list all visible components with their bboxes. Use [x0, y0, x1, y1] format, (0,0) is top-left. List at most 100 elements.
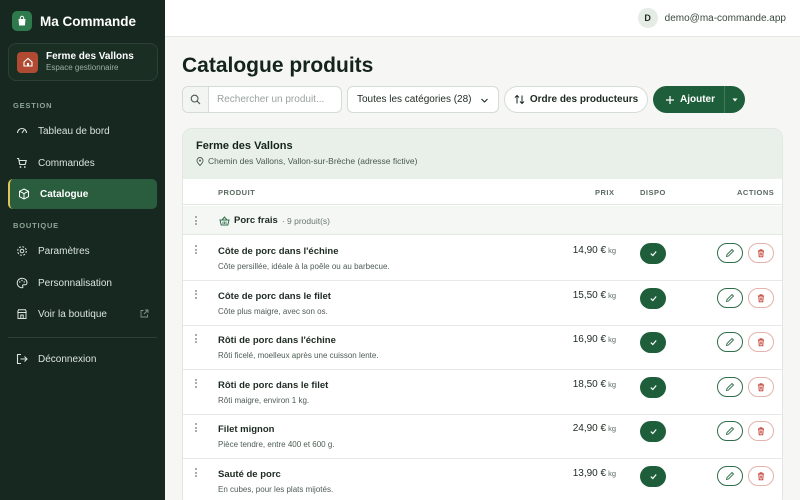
search-input[interactable] [209, 94, 339, 105]
product-price-unit: kg [608, 246, 616, 255]
sidebar-item-settings[interactable]: Paramètres [8, 236, 157, 266]
basket-icon [219, 215, 230, 225]
product-price-unit: kg [608, 290, 616, 300]
sidebar-item-label: Déconnexion [38, 353, 97, 365]
store-icon [17, 309, 27, 319]
column-header-price: PRIX [595, 188, 615, 197]
table-row[interactable]: Côte de porc dans l'échine Côte persillée… [183, 236, 782, 281]
product-description: Rôti maigre, environ 1 kg. [218, 395, 310, 405]
availability-toggle[interactable] [640, 376, 666, 398]
producer-order-button[interactable]: Ordre des producteurs [504, 86, 648, 113]
edit-button[interactable] [717, 243, 743, 263]
drag-handle-icon[interactable] [195, 245, 199, 254]
check-icon [649, 429, 657, 435]
delete-button[interactable] [748, 421, 774, 442]
drag-handle-icon[interactable] [195, 289, 199, 299]
availability-toggle[interactable] [640, 332, 666, 354]
add-button-group: Ajouter [653, 86, 745, 113]
delete-button[interactable] [748, 287, 774, 308]
category-select[interactable]: Toutes les catégories (28) [347, 86, 499, 113]
cart-icon [17, 157, 27, 168]
edit-button[interactable] [717, 421, 743, 442]
drag-handle-icon[interactable] [195, 378, 199, 388]
sidebar-item-logout[interactable]: Déconnexion [8, 344, 157, 374]
availability-toggle[interactable] [640, 243, 666, 264]
house-icon [17, 51, 38, 73]
availability-toggle[interactable] [640, 466, 666, 487]
producer-address: Chemin des Vallons, Vallon-sur-Brèche (a… [196, 156, 417, 166]
producer-header: Ferme des Vallons Chemin des Vallons, Va… [183, 129, 782, 179]
product-description: Pièce tendre, entre 400 et 600 g. [218, 440, 335, 450]
table-row[interactable]: Rôti de porc dans l'échine Rôti ficelé, m… [183, 325, 782, 371]
add-button[interactable]: Ajouter [653, 86, 725, 113]
edit-button[interactable] [717, 287, 743, 308]
table-row[interactable]: Filet mignon Pièce tendre, entre 400 et 6… [183, 414, 782, 460]
edit-button[interactable] [717, 466, 743, 486]
trash-icon [758, 472, 764, 481]
sidebar-item-view-shop[interactable]: Voir la boutique [8, 299, 157, 329]
edit-button[interactable] [717, 376, 743, 397]
table-header: PRODUIT PRIX DISPO ACTIONS [183, 179, 782, 205]
drag-handle-icon[interactable] [195, 468, 199, 477]
plus-icon [666, 95, 674, 104]
pencil-icon [725, 293, 735, 302]
product-description: En cubes, pour les plats mijotés. [218, 485, 334, 494]
table-row[interactable]: Sauté de porc En cubes, pour les plats mi… [183, 459, 782, 500]
product-name: Rôti de porc dans le filet [218, 379, 329, 391]
sidebar-item-catalogue[interactable]: Catalogue [8, 179, 157, 209]
shop-subtitle: Espace gestionnaire [46, 63, 119, 72]
trash-icon [758, 383, 764, 392]
user-menu[interactable]: D demo@ma-commande.app [637, 8, 786, 28]
category-select-value: Toutes les catégories (28) [357, 94, 472, 105]
sidebar-item-orders[interactable]: Commandes [8, 148, 157, 178]
category-group-count: · 9 produit(s) [281, 215, 331, 226]
dashboard-icon [16, 127, 28, 134]
trash-icon [758, 338, 764, 347]
pencil-icon [725, 248, 735, 258]
product-price: 15,50 € kg [573, 290, 616, 301]
product-name: Côte de porc dans l'échine [218, 246, 339, 257]
drag-handle-icon[interactable] [195, 334, 199, 344]
user-email: demo@ma-commande.app [664, 12, 786, 24]
palette-icon [16, 277, 28, 289]
availability-toggle[interactable] [640, 287, 666, 309]
shop-switcher[interactable]: Ferme des Vallons Espace gestionnaire [8, 43, 158, 81]
add-dropdown-toggle[interactable] [725, 86, 745, 113]
table-row[interactable]: Rôti de porc dans le filet Rôti maigre, e… [183, 370, 782, 415]
search-box [182, 86, 342, 113]
sort-icon [514, 94, 525, 105]
delete-button[interactable] [748, 466, 774, 486]
check-icon [649, 384, 657, 391]
logout-icon [16, 353, 28, 365]
brand[interactable]: Ma Commande [12, 10, 136, 32]
sidebar-item-dashboard[interactable]: Tableau de bord [8, 116, 157, 146]
drag-handle-icon[interactable] [195, 216, 199, 225]
sidebar-divider [8, 337, 157, 338]
sidebar-item-label: Personnalisation [38, 277, 112, 289]
page-title: Catalogue produits [182, 54, 374, 77]
gear-icon [17, 246, 27, 256]
product-name: Rôti de porc dans l'échine [218, 335, 336, 347]
product-price-unit: kg [608, 335, 616, 345]
category-group-label: Porc frais · 9 produit(s) [219, 215, 330, 226]
product-price: 18,50 € kg [573, 379, 616, 390]
product-price-value: 16,90 € [572, 334, 607, 346]
drag-handle-icon[interactable] [195, 423, 199, 433]
search-icon [183, 87, 209, 112]
pencil-icon [725, 427, 735, 436]
product-price-value: 14,90 € [572, 245, 607, 256]
product-price: 13,90 € kg [573, 468, 616, 479]
edit-button[interactable] [717, 332, 743, 353]
category-group-row[interactable]: Porc frais · 9 produit(s) [183, 206, 782, 235]
availability-toggle[interactable] [640, 421, 666, 443]
delete-button[interactable] [748, 243, 774, 263]
table-row[interactable]: Côte de porc dans le filet Côte plus maig… [183, 281, 782, 326]
delete-button[interactable] [748, 376, 774, 397]
delete-button[interactable] [748, 332, 774, 353]
pencil-icon [725, 382, 735, 391]
add-button-label: Ajouter [680, 94, 715, 105]
brand-name: Ma Commande [40, 13, 137, 29]
location-pin-icon [196, 156, 204, 166]
sidebar-item-customization[interactable]: Personnalisation [8, 268, 157, 298]
check-icon [649, 295, 657, 301]
